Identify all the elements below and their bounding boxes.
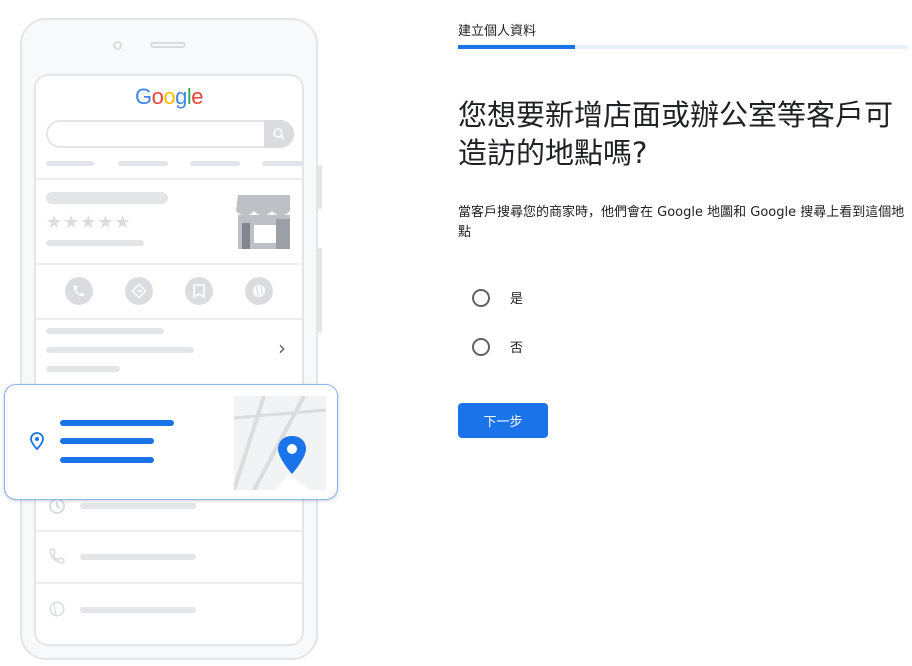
phone-icon bbox=[65, 277, 93, 305]
address-line-placeholder bbox=[60, 438, 154, 444]
phone-screen bbox=[34, 74, 304, 646]
progress-bar-fill bbox=[458, 45, 575, 49]
step-title: 建立個人資料 bbox=[458, 24, 537, 39]
radio-button-yes[interactable] bbox=[472, 288, 490, 307]
page-heading: 您想要新增店面或辦公室等客戶可造訪的地點嗎? bbox=[458, 98, 894, 170]
phone-side-button bbox=[318, 165, 322, 209]
phone-icon bbox=[48, 547, 66, 569]
text-placeholder bbox=[46, 366, 120, 372]
speaker-bar bbox=[150, 42, 186, 48]
google-logo: Google bbox=[135, 84, 204, 109]
text-placeholder bbox=[80, 503, 196, 509]
storefront-icon bbox=[232, 193, 294, 255]
text-placeholder bbox=[80, 554, 196, 560]
directions-icon bbox=[125, 277, 153, 305]
text-placeholder bbox=[46, 347, 194, 353]
clock-icon bbox=[48, 497, 66, 519]
text-placeholder bbox=[46, 240, 144, 246]
map-thumbnail bbox=[234, 396, 326, 490]
chevron-right-icon: › bbox=[278, 336, 286, 360]
address-line-placeholder bbox=[60, 420, 174, 426]
nav-placeholder bbox=[262, 161, 304, 166]
divider bbox=[36, 530, 302, 532]
nav-placeholder bbox=[46, 161, 94, 166]
divider bbox=[36, 318, 302, 320]
business-name-placeholder bbox=[46, 192, 168, 204]
camera-dot bbox=[113, 41, 122, 50]
globe-icon bbox=[48, 600, 66, 622]
option-yes-label: 是 bbox=[510, 292, 524, 307]
next-button[interactable]: 下一步 bbox=[458, 403, 548, 438]
star-rating: ★★★★★ bbox=[46, 212, 132, 233]
divider bbox=[36, 263, 302, 265]
text-placeholder bbox=[80, 607, 196, 613]
option-no[interactable]: 否 bbox=[472, 337, 523, 356]
address-line-placeholder bbox=[60, 457, 154, 463]
search-icon bbox=[264, 120, 294, 148]
option-yes[interactable]: 是 bbox=[472, 288, 523, 307]
description-text: 當客戶搜尋您的商家時，他們會在 Google 地圖和 Google 搜尋上看到這… bbox=[458, 205, 905, 240]
bookmark-icon bbox=[185, 277, 213, 305]
search-bar-illustration bbox=[46, 120, 294, 148]
text-placeholder bbox=[46, 328, 164, 334]
divider bbox=[36, 582, 302, 584]
nav-placeholder bbox=[118, 161, 168, 166]
radio-button-no[interactable] bbox=[472, 337, 490, 356]
nav-placeholder bbox=[190, 161, 240, 166]
globe-icon bbox=[245, 277, 273, 305]
phone-side-button bbox=[318, 248, 322, 333]
divider bbox=[36, 178, 302, 180]
option-no-label: 否 bbox=[510, 341, 524, 356]
location-pin-icon bbox=[30, 432, 44, 454]
